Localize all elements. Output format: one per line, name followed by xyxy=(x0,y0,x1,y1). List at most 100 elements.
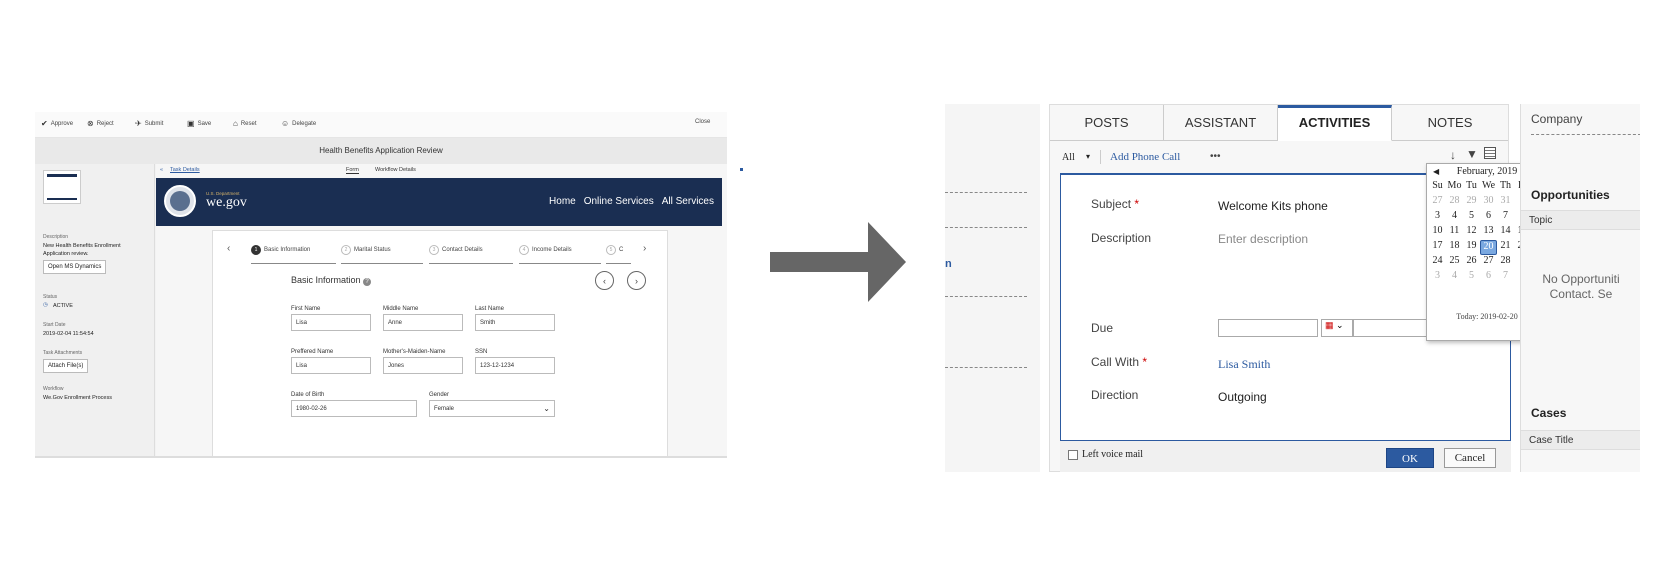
calendar-day[interactable]: 7 xyxy=(1497,210,1514,225)
next-section-button[interactable]: › xyxy=(627,271,646,290)
nav-link-online-services[interactable]: Online Services xyxy=(584,196,654,207)
reject-button[interactable]: ⊗ Reject xyxy=(87,119,114,128)
preferred-name-label: Preffered Name xyxy=(291,349,334,355)
ok-button[interactable]: OK xyxy=(1386,448,1434,468)
calendar-day[interactable]: 7 xyxy=(1497,270,1514,285)
calendar-day[interactable]: 3 xyxy=(1429,210,1446,225)
tab-activities[interactable]: ACTIVITIES xyxy=(1278,105,1392,141)
description-label: Description xyxy=(1091,231,1152,245)
tab-notes[interactable]: NOTES xyxy=(1392,105,1508,141)
dob-field[interactable]: 1980-02-26 xyxy=(291,400,417,417)
nav-links: Home Online Services All Services xyxy=(549,196,714,207)
transition-arrow-icon xyxy=(770,222,906,302)
close-button[interactable]: Close xyxy=(695,119,710,125)
calendar-day[interactable]: 27 xyxy=(1480,255,1497,270)
delegate-button[interactable]: ☺ Delegate xyxy=(281,119,316,128)
blue-dot xyxy=(740,168,743,171)
filter-dropdown-icon[interactable]: ▾ xyxy=(1086,152,1090,161)
cases-heading: Cases xyxy=(1531,406,1567,420)
steps-next-icon[interactable]: › xyxy=(643,243,646,254)
filter-all[interactable]: All xyxy=(1062,152,1075,163)
help-icon[interactable]: ? xyxy=(363,278,372,286)
calendar-day[interactable]: 3 xyxy=(1429,270,1446,285)
calendar-day[interactable]: 28 xyxy=(1446,195,1463,210)
calendar-day[interactable]: 11 xyxy=(1446,225,1463,240)
strip-link[interactable]: n xyxy=(945,258,952,270)
step-marital-status[interactable]: 2 Marital Status xyxy=(341,245,391,255)
calendar-day[interactable]: 28 xyxy=(1497,255,1514,270)
sort-down-icon[interactable]: ↓ xyxy=(1450,148,1456,162)
tab-posts[interactable]: POSTS xyxy=(1050,105,1164,141)
maiden-name-field[interactable]: Jones xyxy=(383,357,463,374)
ssn-field[interactable]: 123-12-1234 xyxy=(475,357,555,374)
calendar-toggle[interactable]: ▦ ⌄ xyxy=(1321,319,1353,337)
step-contact-details[interactable]: 3 Contact Details xyxy=(429,245,483,255)
left-voice-mail-checkbox[interactable] xyxy=(1068,450,1078,460)
step-5[interactable]: 5C xyxy=(606,245,623,255)
step-income-details[interactable]: 4 Income Details xyxy=(519,245,572,255)
document-thumbnail[interactable] xyxy=(43,170,81,204)
calendar-day[interactable]: 27 xyxy=(1429,195,1446,210)
calendar-day[interactable]: 18 xyxy=(1446,240,1463,255)
calendar-day[interactable]: 6 xyxy=(1480,270,1497,285)
approve-button[interactable]: ✔ Approve xyxy=(41,119,73,128)
calendar-day[interactable]: 6 xyxy=(1480,210,1497,225)
tab-form[interactable]: Form xyxy=(346,167,359,174)
step-basic-information[interactable]: 1 Basic Information xyxy=(251,245,310,255)
attach-files-button[interactable]: Attach File(s) xyxy=(43,359,89,373)
last-name-field[interactable]: Smith xyxy=(475,314,555,331)
calendar-day[interactable]: 12 xyxy=(1463,225,1480,240)
calendar-day[interactable]: 14 xyxy=(1497,225,1514,240)
calendar-day[interactable]: 29 xyxy=(1463,195,1480,210)
due-date-field[interactable] xyxy=(1218,319,1318,337)
calendar-day[interactable]: 30 xyxy=(1480,195,1497,210)
brand-logo[interactable]: U.S. Department we.gov xyxy=(206,191,266,215)
preferred-name-field[interactable]: Lisa xyxy=(291,357,371,374)
calendar-day[interactable]: 5 xyxy=(1463,210,1480,225)
calendar-day-selected[interactable]: 20 xyxy=(1480,240,1497,255)
add-phone-call-tab[interactable]: Add Phone Call xyxy=(1110,151,1180,163)
open-ms-dynamics-button[interactable]: Open MS Dynamics xyxy=(43,260,107,274)
calendar-day[interactable]: 21 xyxy=(1497,240,1514,255)
calendar-day[interactable]: 26 xyxy=(1463,255,1480,270)
call-with-link[interactable]: Lisa Smith xyxy=(1218,357,1270,372)
back-icon[interactable]: « xyxy=(160,167,163,173)
description-field[interactable]: Enter description xyxy=(1218,232,1308,246)
page-title: Health Benefits Application Review xyxy=(35,138,727,164)
first-name-field[interactable]: Lisa xyxy=(291,314,371,331)
task-details-link[interactable]: Task Details xyxy=(170,167,200,173)
filter-icon[interactable]: ▼ xyxy=(1466,147,1478,161)
tab-bar: POSTS ASSISTANT ACTIVITIES NOTES xyxy=(1050,105,1508,141)
save-icon: ▣ xyxy=(187,119,195,128)
gender-select[interactable]: Female ⌄ xyxy=(429,400,555,417)
direction-value[interactable]: Outgoing xyxy=(1218,390,1267,404)
more-options-icon[interactable]: ••• xyxy=(1210,151,1221,162)
calendar-day[interactable]: 17 xyxy=(1429,240,1446,255)
calendar-day[interactable]: 10 xyxy=(1429,225,1446,240)
calendar-day[interactable]: 4 xyxy=(1446,210,1463,225)
calendar-day[interactable]: 5 xyxy=(1463,270,1480,285)
nav-link-home[interactable]: Home xyxy=(549,196,576,207)
calendar-day[interactable]: 13 xyxy=(1480,225,1497,240)
call-with-label: Call With * xyxy=(1091,355,1148,369)
calendar-day[interactable]: 19 xyxy=(1463,240,1480,255)
prev-section-button[interactable]: ‹ xyxy=(595,271,614,290)
middle-name-field[interactable]: Anne xyxy=(383,314,463,331)
tab-assistant[interactable]: ASSISTANT xyxy=(1164,105,1278,141)
cancel-button[interactable]: Cancel xyxy=(1444,448,1496,468)
calendar-day[interactable]: 24 xyxy=(1429,255,1446,270)
submit-button[interactable]: ✈ Submit xyxy=(135,119,163,128)
save-button[interactable]: ▣ Save xyxy=(187,119,211,128)
steps-prev-icon[interactable]: ‹ xyxy=(227,243,230,254)
reset-button[interactable]: ⌂ Reset xyxy=(233,119,257,128)
calendar-day[interactable]: 25 xyxy=(1446,255,1463,270)
grid-view-icon[interactable] xyxy=(1484,147,1496,159)
calendar-day[interactable]: 31 xyxy=(1497,195,1514,210)
topic-column-header[interactable]: Topic xyxy=(1521,210,1640,230)
tab-workflow-details[interactable]: Workflow Details xyxy=(375,167,416,173)
nav-link-all-services[interactable]: All Services xyxy=(662,196,714,207)
calendar-day[interactable]: 4 xyxy=(1446,270,1463,285)
subject-field[interactable]: Welcome Kits phone xyxy=(1218,199,1328,213)
site-navbar: U.S. Department we.gov Home Online Servi… xyxy=(156,178,722,226)
case-title-column-header[interactable]: Case Title xyxy=(1521,430,1640,450)
